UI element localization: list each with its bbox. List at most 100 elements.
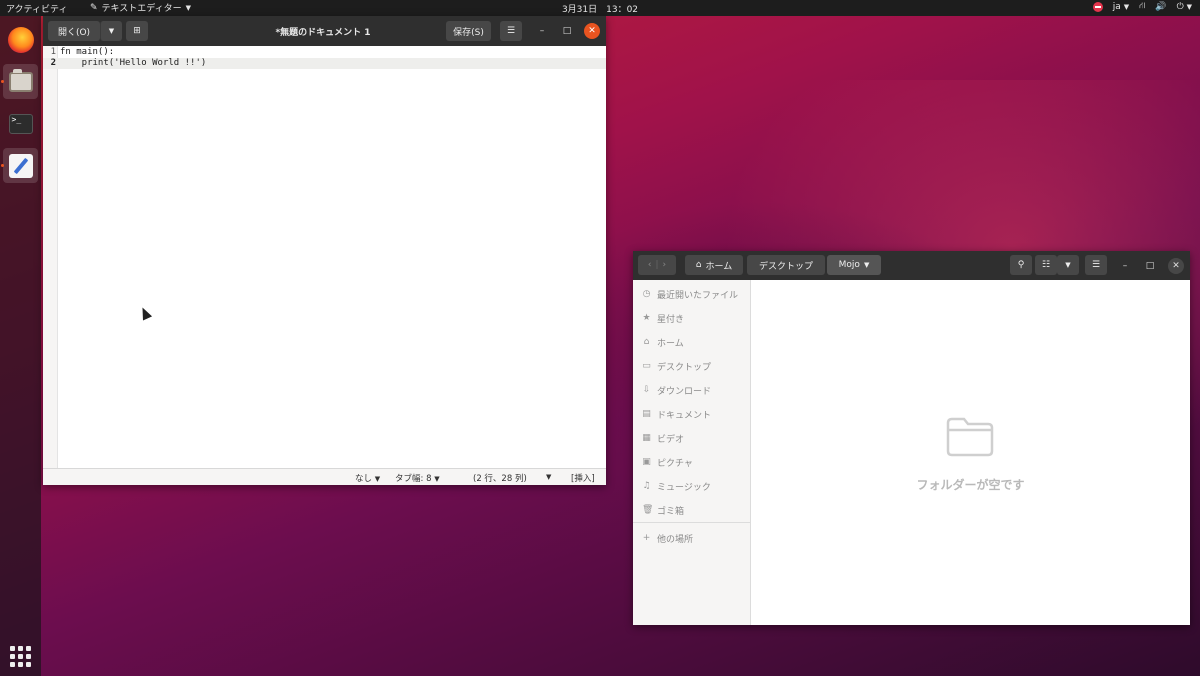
desktop-icon: ▭: [642, 361, 651, 371]
hamburger-icon: ☰: [1091, 260, 1101, 270]
search-icon: ⚲: [1017, 260, 1025, 270]
sidebar-item-videos[interactable]: ▦ ビデオ: [633, 428, 751, 448]
text-editor-window: 開く(O) ▼ ⊞ *無題のドキュメント 1 保存(S) ☰ – □ ✕ 1 f…: [43, 16, 606, 485]
system-tray: ja ▼ ⛙ 🔊 ⏻ ▼: [1092, 1, 1192, 12]
editor-line-current: 2 print('Hello World !!'): [43, 58, 606, 69]
do-not-disturb-icon[interactable]: [1092, 1, 1103, 12]
line-code[interactable]: print('Hello World !!'): [60, 58, 207, 68]
video-icon: ▦: [642, 433, 651, 443]
line-number-gutter: [43, 46, 58, 468]
dock-files[interactable]: [3, 64, 38, 99]
back-icon[interactable]: ‹: [648, 260, 652, 270]
path-current[interactable]: Mojo ▼: [827, 255, 881, 275]
sidebar-item-recent[interactable]: ◷ 最近開いたファイル: [633, 284, 751, 304]
terminal-icon: >_: [8, 113, 33, 134]
dock: >_: [0, 16, 41, 676]
chevron-down-icon: ▼: [108, 27, 115, 35]
running-indicator: [1, 80, 4, 83]
app-menu-label: テキストエディター: [101, 4, 182, 14]
clock[interactable]: 3月31日 13：02: [562, 5, 638, 15]
cursor-position[interactable]: (2 行、28 列): [473, 472, 527, 484]
hamburger-menu-button[interactable]: ☰: [500, 21, 522, 41]
open-button[interactable]: 開く(O): [48, 21, 100, 41]
new-tab-button[interactable]: ⊞: [126, 21, 148, 41]
sidebar-item-starred[interactable]: ★ 星付き: [633, 308, 751, 328]
chevron-down-icon: ▼: [1065, 261, 1071, 269]
close-icon: ✕: [1172, 261, 1180, 271]
hamburger-icon: ☰: [506, 26, 516, 36]
show-applications-icon[interactable]: [10, 646, 31, 667]
power-icon[interactable]: ⏻ ▼: [1177, 2, 1192, 12]
dock-firefox[interactable]: [3, 22, 38, 57]
firefox-icon: [7, 26, 34, 53]
tab-width-selector[interactable]: タブ幅: 8 ▼: [395, 472, 440, 484]
open-menu-button[interactable]: ▼: [100, 21, 122, 41]
plus-icon: +: [642, 533, 651, 543]
home-icon: ⌂: [695, 260, 702, 270]
minimize-icon: –: [1122, 261, 1128, 271]
sidebar-item-trash[interactable]: 🗑 ゴミ箱: [633, 500, 751, 520]
window-title: *無題のドキュメント 1: [275, 28, 371, 38]
new-tab-icon: ⊞: [133, 26, 141, 36]
forward-icon[interactable]: ›: [663, 260, 667, 270]
text-editor-icon: [8, 153, 33, 178]
maximize-button[interactable]: □: [559, 23, 575, 39]
running-indicator: [1, 164, 4, 167]
maximize-icon: □: [562, 26, 572, 36]
music-icon: ♫: [642, 481, 651, 491]
line-code[interactable]: fn main():: [60, 47, 114, 57]
search-button[interactable]: ⚲: [1010, 255, 1032, 275]
view-toggle-button[interactable]: ☷: [1035, 255, 1057, 275]
activities-button[interactable]: アクティビティ: [6, 2, 67, 15]
editor-statusbar: なし ▼ タブ幅: 8 ▼ (2 行、28 列) ▼ [挿入]: [43, 468, 606, 485]
dock-text-editor[interactable]: [3, 148, 38, 183]
path-home[interactable]: ⌂ ホーム: [685, 255, 743, 275]
maximize-icon: □: [1145, 261, 1155, 271]
empty-folder-icon: [946, 417, 994, 457]
file-view[interactable]: フォルダーが空です: [751, 280, 1190, 625]
close-icon: ✕: [588, 26, 596, 36]
minimize-button[interactable]: –: [534, 23, 550, 39]
recent-icon: ◷: [642, 289, 651, 299]
sidebar-item-documents[interactable]: ▤ ドキュメント: [633, 404, 751, 424]
minimize-button[interactable]: –: [1117, 258, 1133, 274]
save-button[interactable]: 保存(S): [446, 21, 491, 41]
chevron-down-icon[interactable]: ▼: [546, 473, 551, 481]
sidebar-item-music[interactable]: ♫ ミュージック: [633, 476, 751, 496]
empty-folder-message: フォルダーが空です: [916, 478, 1025, 492]
sidebar-item-pictures[interactable]: ▣ ピクチャ: [633, 452, 751, 472]
network-icon[interactable]: ⛙: [1139, 1, 1145, 12]
star-icon: ★: [642, 313, 651, 323]
view-menu-button[interactable]: ▼: [1057, 255, 1079, 275]
sidebar-item-desktop[interactable]: ▭ デスクトップ: [633, 356, 751, 376]
top-bar: アクティビティ ✎ テキストエディター ▼ 3月31日 13：02 ja ▼ ⛙…: [0, 0, 1200, 16]
sidebar-item-downloads[interactable]: ⇩ ダウンロード: [633, 380, 751, 400]
editor-text-area[interactable]: 1 fn main(): 2 print('Hello World !!'): [43, 46, 606, 468]
input-method-indicator[interactable]: ja ▼: [1113, 2, 1129, 12]
nav-buttons: ‹ | ›: [638, 255, 676, 275]
sidebar-item-home[interactable]: ⌂ ホーム: [633, 332, 751, 352]
volume-icon[interactable]: 🔊: [1155, 2, 1166, 12]
download-icon: ⇩: [642, 385, 651, 395]
app-menu[interactable]: ✎ テキストエディター ▼: [90, 1, 192, 15]
syntax-selector[interactable]: なし ▼: [355, 472, 380, 484]
close-button[interactable]: ✕: [584, 23, 600, 39]
trash-icon: 🗑: [642, 505, 654, 515]
close-button[interactable]: ✕: [1168, 258, 1184, 274]
picture-icon: ▣: [642, 457, 651, 467]
chevron-down-icon: ▼: [863, 261, 870, 269]
maximize-button[interactable]: □: [1142, 258, 1158, 274]
chevron-down-icon: ▼: [185, 3, 192, 12]
files-icon: [8, 68, 33, 92]
editor-line: 1 fn main():: [43, 47, 606, 58]
line-number: 2: [50, 58, 56, 68]
home-icon: ⌂: [643, 337, 650, 347]
places-sidebar: ◷ 最近開いたファイル ★ 星付き ⌂ ホーム ▭ デスクトップ ⇩ ダウンロード ▤ ドキ…: [633, 280, 751, 625]
editor-headerbar: 開く(O) ▼ ⊞ *無題のドキュメント 1 保存(S) ☰ – □ ✕: [43, 16, 606, 46]
sidebar-item-other-locations[interactable]: + 他の場所: [633, 528, 751, 548]
dock-terminal[interactable]: >_: [3, 106, 38, 141]
minimize-icon: –: [539, 26, 545, 36]
path-desktop[interactable]: デスクトップ: [747, 255, 825, 275]
hamburger-menu-button[interactable]: ☰: [1085, 255, 1107, 275]
list-view-icon: ☷: [1041, 260, 1051, 270]
